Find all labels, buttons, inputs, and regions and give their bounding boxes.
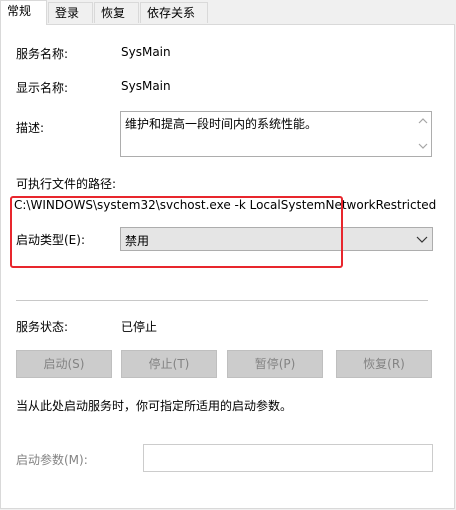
startup-type-select[interactable]: 禁用 <box>120 227 433 251</box>
description-label: 描述: <box>16 121 45 135</box>
resume-button[interactable]: 恢复(R) <box>336 350 432 378</box>
tab-recovery[interactable]: 恢复 <box>94 2 139 23</box>
executable-path-value: C:\WINDOWS\system32\svchost.exe -k Local… <box>14 198 436 212</box>
service-properties-window: 常规 登录 恢复 依存关系 服务名称: SysMain 显示名称: SysMai… <box>0 0 456 510</box>
display-name-value: SysMain <box>121 79 171 93</box>
service-name-label: 服务名称: <box>16 47 69 61</box>
description-text: 维护和提高一段时间内的系统性能。 <box>125 117 318 131</box>
start-params-input[interactable] <box>143 444 433 472</box>
service-name-value: SysMain <box>121 45 171 59</box>
chevron-down-icon[interactable] <box>418 143 428 152</box>
stop-button[interactable]: 停止(T) <box>121 350 217 378</box>
chevron-down-icon <box>415 230 429 248</box>
tab-dependencies-label: 依存关系 <box>147 6 196 20</box>
tab-logon[interactable]: 登录 <box>48 2 93 23</box>
startup-type-label: 启动类型(E): <box>16 233 85 247</box>
tab-general-label: 常规 <box>7 4 32 18</box>
start-params-hint: 当从此处启动服务时，你可指定所适用的启动参数。 <box>16 399 293 413</box>
tab-strip: 常规 登录 恢复 依存关系 <box>0 0 456 25</box>
general-panel <box>0 24 455 509</box>
section-divider <box>16 300 428 301</box>
executable-path-label: 可执行文件的路径: <box>16 177 117 191</box>
tab-dependencies[interactable]: 依存关系 <box>140 2 208 23</box>
tab-recovery-label: 恢复 <box>101 6 126 20</box>
service-status-label: 服务状态: <box>16 320 69 334</box>
tab-logon-label: 登录 <box>55 6 80 20</box>
start-params-label: 启动参数(M): <box>16 453 88 467</box>
description-scrollbar[interactable] <box>415 112 431 156</box>
start-button[interactable]: 启动(S) <box>16 350 112 378</box>
startup-type-value: 禁用 <box>125 234 150 248</box>
pause-button[interactable]: 暂停(P) <box>227 350 323 378</box>
display-name-label: 显示名称: <box>16 81 69 95</box>
description-box[interactable]: 维护和提高一段时间内的系统性能。 <box>120 111 432 157</box>
service-status-value: 已停止 <box>121 320 158 334</box>
chevron-up-icon[interactable] <box>418 117 428 126</box>
tab-general[interactable]: 常规 <box>0 0 47 25</box>
